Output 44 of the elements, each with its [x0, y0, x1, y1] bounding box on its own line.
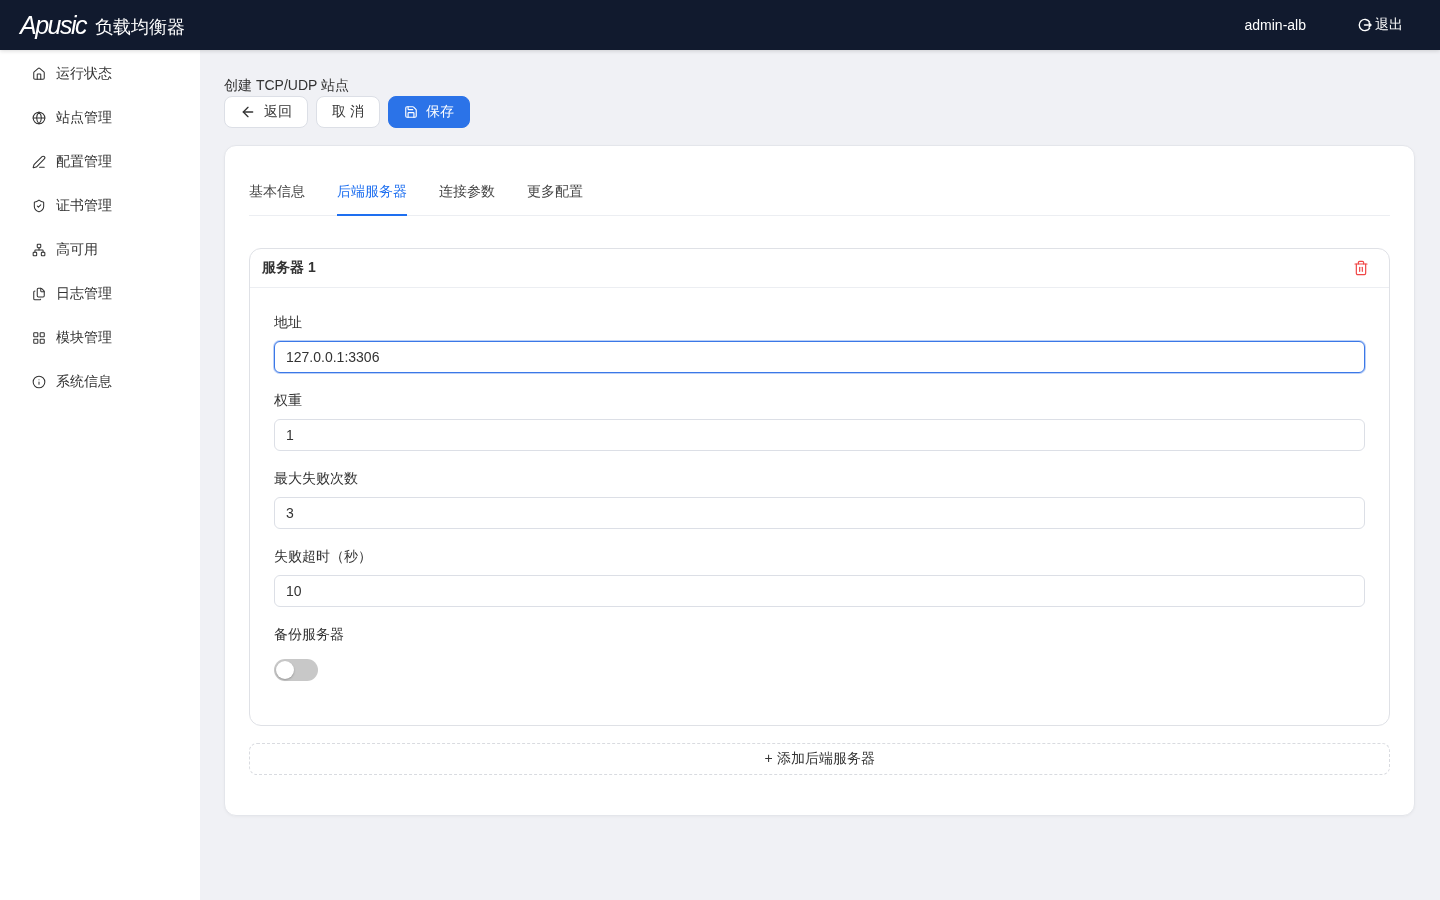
- documents-icon: [32, 287, 46, 301]
- logo-text: Apusic: [20, 10, 87, 40]
- sidebar-item[interactable]: 站点管理: [0, 96, 200, 140]
- tab[interactable]: 更多配置: [527, 170, 583, 216]
- input-field[interactable]: 10: [274, 575, 1365, 607]
- delete-button[interactable]: [1353, 260, 1369, 276]
- toggle-switch[interactable]: [274, 659, 318, 681]
- sidebar-item[interactable]: 证书管理: [0, 184, 200, 228]
- save-button[interactable]: 保存: [387, 96, 470, 128]
- pen-icon: [32, 155, 46, 169]
- field-label: 失败超时（秒）: [274, 547, 373, 566]
- logout-link[interactable]: 退出: [1358, 16, 1403, 34]
- back-button[interactable]: 返回: [224, 96, 308, 128]
- sidebar-item[interactable]: 模块管理: [0, 316, 200, 360]
- trash-icon: [1353, 260, 1369, 276]
- input-field[interactable]: 127.0.0.1:3306: [274, 341, 1365, 373]
- tab[interactable]: 连接参数: [439, 170, 495, 216]
- page-title: 创建 TCP/UDP 站点: [224, 76, 350, 94]
- product-name: 负载均衡器: [95, 15, 186, 39]
- field-label: 地址: [274, 313, 303, 332]
- info-icon: [32, 375, 46, 389]
- save-icon: [403, 105, 418, 119]
- sidebar-item[interactable]: 系统信息: [0, 360, 200, 404]
- logout-icon: [1358, 18, 1372, 32]
- home-icon: [32, 67, 46, 81]
- grid-icon: [32, 331, 46, 345]
- tab[interactable]: 基本信息: [249, 170, 305, 216]
- shield-check-icon: [32, 199, 46, 213]
- input-field[interactable]: 3: [274, 497, 1365, 529]
- sidebar-item[interactable]: 配置管理: [0, 140, 200, 184]
- user-name: admin-alb: [1244, 17, 1306, 33]
- field-label: 最大失败次数: [274, 469, 359, 488]
- globe-icon: [32, 111, 46, 125]
- input-field[interactable]: 1: [274, 419, 1365, 451]
- cancel-button[interactable]: 取 消: [316, 96, 380, 128]
- tab[interactable]: 后端服务器: [337, 170, 407, 216]
- add-server-button[interactable]: + 添加后端服务器: [249, 743, 1390, 775]
- sidebar-item[interactable]: 高可用: [0, 228, 200, 272]
- sidebar-item[interactable]: 运行状态: [0, 52, 200, 96]
- field-label: 备份服务器: [274, 625, 345, 644]
- field-label: 权重: [274, 391, 303, 410]
- server-title: 服务器 1: [262, 259, 316, 277]
- network-icon: [32, 243, 46, 257]
- sidebar-item[interactable]: 日志管理: [0, 272, 200, 316]
